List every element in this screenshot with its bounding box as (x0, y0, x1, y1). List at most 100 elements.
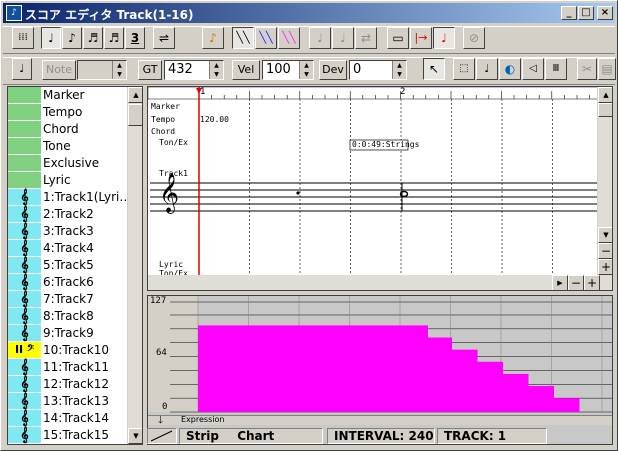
event-row[interactable]: Marker (8, 87, 128, 104)
select-vel-tool[interactable]: ◁ (522, 58, 544, 80)
magenta-pen-button[interactable]: ╲╲ (278, 27, 300, 49)
track-row[interactable]: 𝄞 11:Track11 (8, 359, 128, 376)
record-button[interactable]: ⊘ (463, 27, 485, 49)
app-icon[interactable]: ♪ (6, 5, 22, 21)
track-label: 14:Track14 (43, 411, 109, 425)
event-row[interactable]: Lyric (8, 172, 128, 189)
tie-button[interactable]: ⇌ (153, 27, 175, 49)
note-field[interactable]: ▲ ▼ (77, 60, 127, 80)
note-toggle-button[interactable]: ♩ (12, 58, 32, 80)
mode-strip-label[interactable]: Strip (186, 429, 219, 443)
minimize-button[interactable]: _ (561, 6, 577, 20)
score-view[interactable]: 1 2 Marker Tempo 120.00 Chord Ton/Ex 0:0… (147, 86, 613, 291)
strip-pen-button[interactable] (147, 428, 177, 444)
quarter-note-button[interactable]: ♩ (41, 27, 61, 49)
clef-icon: 𝄞 (8, 359, 41, 375)
window-title: スコア エディタ Track(1-16) (25, 8, 194, 22)
auto-note-button[interactable]: ♪ (202, 27, 224, 49)
track-row[interactable]: 𝄞 2:Track2 (8, 206, 128, 223)
select-arrow-tool[interactable]: ↖ (423, 58, 445, 80)
track-row[interactable]: 𝄞 8:Track8 (8, 308, 128, 325)
track-row[interactable]: 𝄞 7:Track7 (8, 291, 128, 308)
event-row[interactable]: Chord (8, 121, 128, 138)
shift-note-button[interactable]: ♩ (332, 27, 354, 49)
track-row[interactable]: 𝄞 6:Track6 (8, 274, 128, 291)
quantize-button[interactable]: ⇄ (355, 27, 377, 49)
scroll-down-arrow[interactable]: ▼ (128, 428, 142, 444)
vel-spin-arrows[interactable]: ▲ ▼ (299, 61, 313, 79)
clef-icon: 𝄞 (8, 206, 41, 222)
score-hscrollbar[interactable]: ▶ − + (148, 275, 612, 290)
score-scroll-down-arrow[interactable]: ▼ (598, 227, 612, 243)
paste-tool[interactable]: ▤ (598, 58, 616, 80)
vel-field[interactable]: 100 ▲ ▼ (262, 60, 314, 80)
track-row[interactable]: 𝄞 5:Track5 (8, 257, 128, 274)
expression-bar (426, 337, 452, 412)
scroll-thumb[interactable] (128, 104, 142, 126)
track-row[interactable]: 𝄞 13:Track13 (8, 393, 128, 410)
tonex-event-label[interactable]: 0:0:49:Strings (352, 140, 419, 149)
measure-1-label: 1 (200, 87, 206, 97)
event-label: Tempo (43, 105, 83, 119)
track-row[interactable]: 𝄞 9:Track9 (8, 325, 128, 342)
scroll-up-arrow[interactable]: ▲ (128, 87, 142, 103)
score-vscrollbar[interactable]: ▲ ▼ − + (597, 87, 612, 275)
select-grid-tool[interactable]: Ⅲ (545, 58, 567, 80)
marker-set-button[interactable]: |→ (410, 27, 432, 49)
black-pen-button[interactable]: ╲╲ (232, 27, 254, 49)
insert-note-button[interactable]: ♩ (309, 27, 331, 49)
gt-field[interactable]: 432 ▲ ▼ (164, 60, 224, 80)
score-zoom-out-button[interactable]: − (598, 243, 612, 259)
triplet-button[interactable]: 3 (125, 27, 145, 49)
select-eraser-tool[interactable]: ◐ (499, 58, 521, 80)
score-hzoom-in-button[interactable]: + (584, 275, 600, 290)
dev-spin-arrows[interactable]: ▲ ▼ (392, 61, 406, 79)
controller-bar[interactable]: 🡓 Expression (148, 415, 612, 426)
blue-pen-button[interactable]: ╲╲ (255, 27, 277, 49)
eighth-note-button[interactable]: ♪ (62, 27, 82, 49)
strip-chart-panel[interactable]: 127 64 0 🡓 Expression (147, 295, 613, 445)
gt-spin-arrows[interactable]: ▲ ▼ (209, 61, 223, 79)
event-row[interactable]: Exclusive (8, 155, 128, 172)
controller-name[interactable]: Expression (181, 415, 224, 424)
track-row[interactable]: II 𝄢 10:Track10 (8, 342, 128, 359)
select-range-tool[interactable]: ⬚ (453, 58, 475, 80)
scissors-tool[interactable]: ✂ (577, 58, 597, 80)
track-row[interactable]: 𝄞 15:Track15 (8, 427, 128, 444)
event-row[interactable]: Tone (8, 138, 128, 155)
range-button[interactable]: ▭ (387, 27, 409, 49)
y-min-label: 0 (162, 402, 168, 412)
close-button[interactable]: × (597, 6, 613, 20)
track-row[interactable]: 𝄞 3:Track3 (8, 223, 128, 240)
select-note-tool[interactable]: ♩ (476, 58, 498, 80)
grid-button[interactable]: ⁞⁞⁞ (12, 27, 34, 49)
note-label: Note (42, 60, 76, 80)
score-zoom-in-button[interactable]: + (598, 259, 612, 275)
score-scroll-thumb[interactable] (598, 103, 612, 117)
note-spin-arrows[interactable]: ▲ ▼ (112, 61, 126, 79)
score-scroll-right-arrow[interactable]: ▶ (552, 275, 568, 290)
score-hzoom-out-button[interactable]: − (568, 275, 584, 290)
track-row[interactable]: 𝄞 12:Track12 (8, 376, 128, 393)
track-label: 4:Track4 (43, 241, 94, 255)
tempo-value[interactable]: 120.00 (200, 115, 229, 124)
pen-line-icon (150, 430, 173, 442)
score-scroll-up-arrow[interactable]: ▲ (598, 87, 612, 103)
track-row[interactable]: 𝄞 14:Track14 (8, 410, 128, 427)
y-max-label: 127 (150, 296, 167, 306)
track-row[interactable]: 𝄞 1:Track1(Lyri… (8, 189, 131, 206)
mode-chart-label[interactable]: Chart (237, 429, 274, 443)
track-list-scrollbar[interactable]: ▲ ▼ (127, 87, 142, 444)
event-row[interactable]: Tempo (8, 104, 128, 121)
play-from-button[interactable]: ♩ (433, 27, 455, 49)
title-bar[interactable]: ♪ スコア エディタ Track(1-16) _ □ × (3, 3, 615, 23)
track-row[interactable]: 𝄞 4:Track4 (8, 240, 128, 257)
clef-icon: 𝄞 (8, 257, 41, 273)
mode-status[interactable]: Strip Chart (179, 428, 323, 444)
sixteenth-note-button[interactable]: ♬ (83, 27, 103, 49)
thirtysecond-note-button[interactable]: ♬ (104, 27, 124, 49)
track-label: 2:Track2 (43, 207, 94, 221)
maximize-button[interactable]: □ (578, 6, 594, 20)
dev-field[interactable]: 0 ▲ ▼ (349, 60, 407, 80)
clef-icon: 𝄞 (8, 325, 41, 341)
